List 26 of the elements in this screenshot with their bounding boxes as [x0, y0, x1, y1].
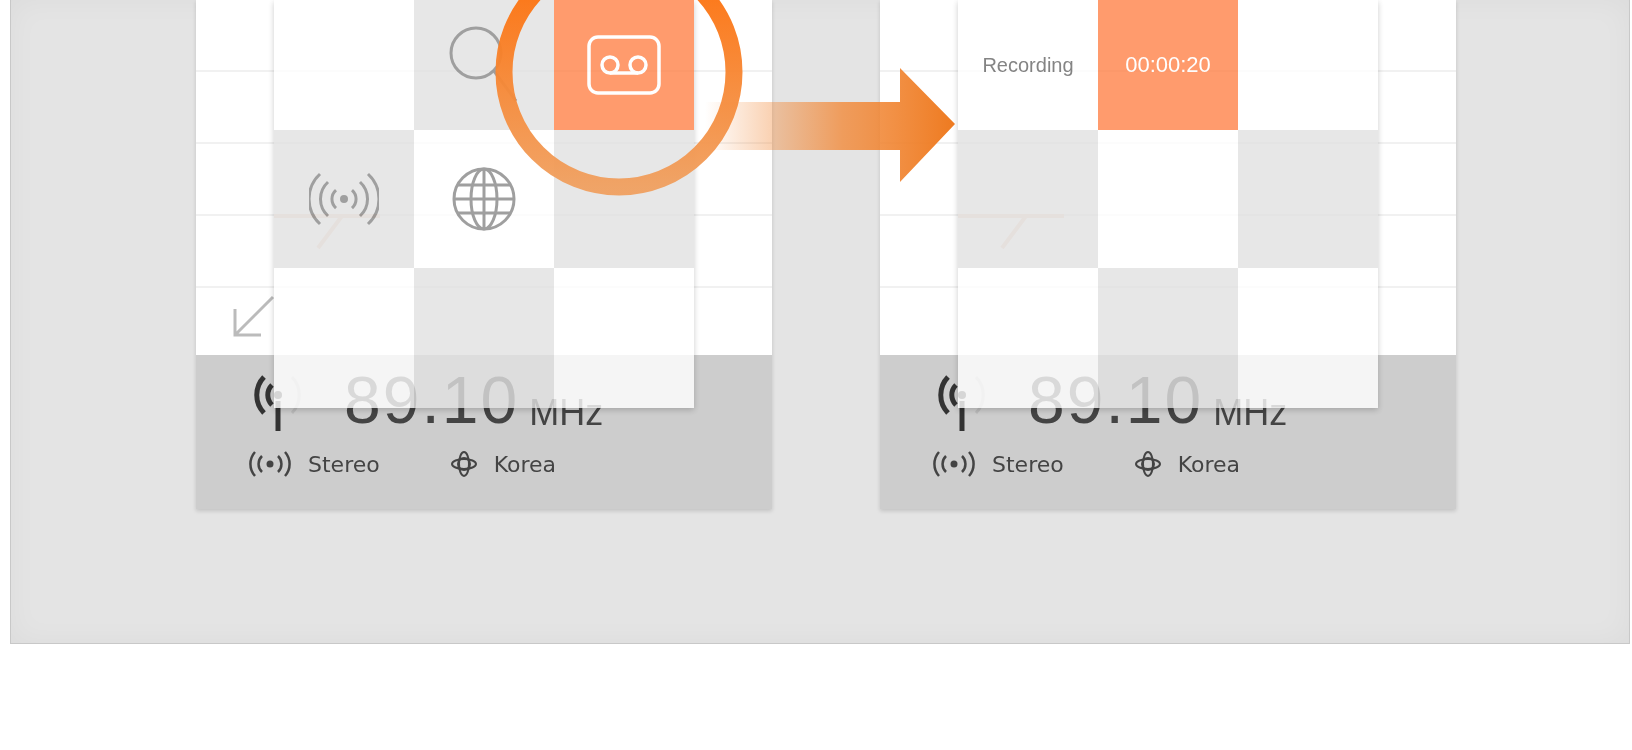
- menu-tile[interactable]: [958, 130, 1098, 268]
- frequency-unit: MHz: [529, 395, 604, 431]
- frequency-reading: 89.10: [344, 367, 520, 433]
- menu-tile[interactable]: [1238, 130, 1378, 268]
- menu-tile[interactable]: [1238, 0, 1378, 130]
- region-icon: [449, 450, 478, 478]
- region-label: Korea: [1177, 451, 1241, 477]
- recording-timer: 00:00:20: [1125, 52, 1211, 78]
- audio-mode-label: Stereo: [992, 451, 1064, 477]
- region-icon: [1133, 450, 1162, 478]
- menu-tile[interactable]: [274, 0, 414, 130]
- audio-mode-label: Stereo: [308, 451, 380, 477]
- recording-label: Recording: [982, 53, 1074, 77]
- stereo-icon: [932, 451, 976, 477]
- voicemail-icon: [587, 35, 661, 95]
- frequency-reading: 89.10: [1028, 367, 1204, 433]
- stereo-icon: [248, 451, 292, 477]
- globe-icon: [451, 166, 517, 232]
- broadcast-icon: [309, 170, 379, 228]
- menu-tile[interactable]: Recording: [958, 0, 1098, 130]
- menu-tile[interactable]: 00:00:20: [1098, 0, 1238, 130]
- menu-tile[interactable]: [554, 0, 694, 130]
- region-label: Korea: [493, 451, 557, 477]
- menu-tile[interactable]: [274, 130, 414, 268]
- shrink-arrow-icon[interactable]: [231, 295, 275, 339]
- frequency-unit: MHz: [1213, 395, 1288, 431]
